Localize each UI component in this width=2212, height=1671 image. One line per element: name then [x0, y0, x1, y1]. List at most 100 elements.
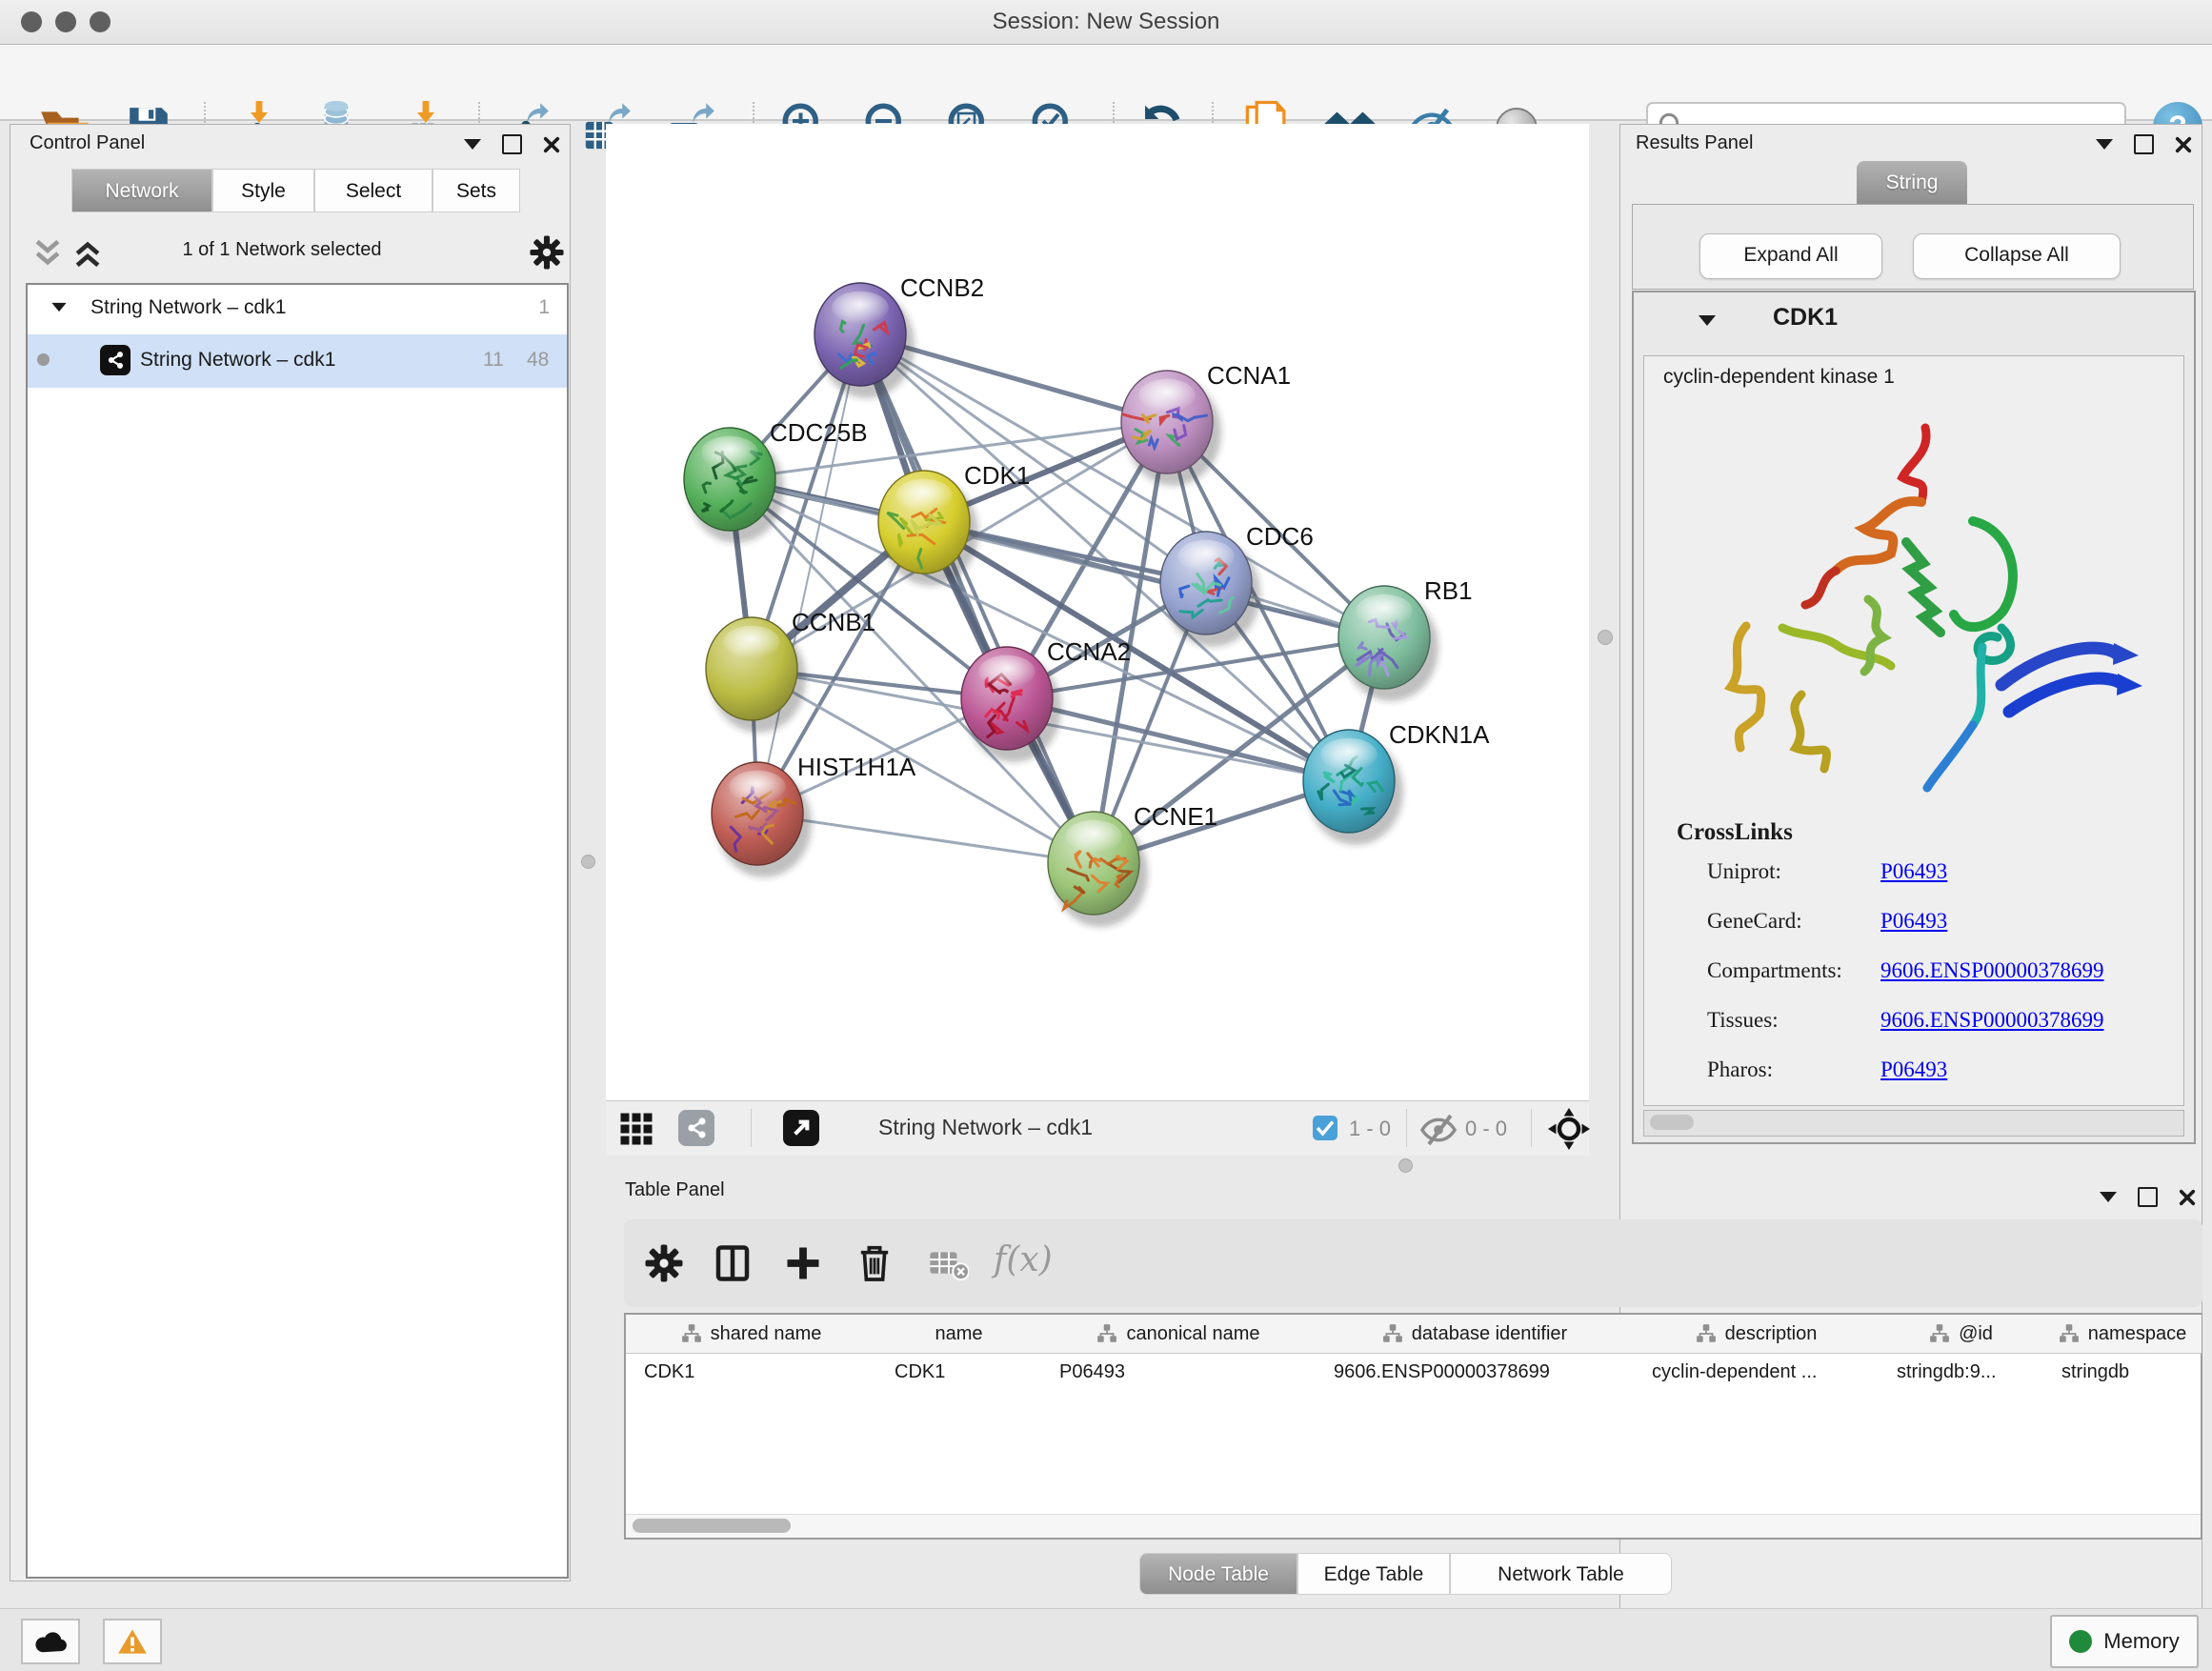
memory-label: Memory: [2103, 1629, 2179, 1654]
crosslink-label: GeneCard:: [1707, 909, 1802, 934]
crosslink-label: Uniprot:: [1707, 859, 1781, 884]
table-cell[interactable]: 9606.ENSP00000378699: [1316, 1353, 1634, 1391]
detach-view-icon[interactable]: [783, 1110, 819, 1146]
collapse-panel-icon[interactable]: [2100, 1192, 2117, 1202]
float-panel-icon[interactable]: [2138, 1187, 2158, 1207]
close-window-button[interactable]: [21, 11, 42, 32]
float-panel-icon[interactable]: [2134, 134, 2154, 154]
collapse-all-networks-icon[interactable]: [31, 237, 64, 270]
node-table: shared name name canonical name database…: [624, 1313, 2202, 1540]
collapse-panel-icon[interactable]: [2096, 139, 2113, 150]
table-panel-title: Table Panel: [625, 1179, 725, 1201]
column-header-namespace[interactable]: namespace: [2043, 1315, 2202, 1354]
table-cell[interactable]: cyclin-dependent ...: [1634, 1353, 1879, 1391]
collection-expand-icon[interactable]: [51, 303, 66, 312]
network-row-label: String Network – cdk1: [140, 349, 335, 372]
show-columns-icon[interactable]: [715, 1244, 750, 1282]
tab-network-table[interactable]: Network Table: [1450, 1553, 1672, 1595]
column-header-id[interactable]: @id: [1879, 1315, 2044, 1354]
column-header-shared-name[interactable]: shared name: [626, 1315, 877, 1354]
crosslink-uniprot-link[interactable]: P06493: [1880, 859, 1947, 884]
column-header-description[interactable]: description: [1634, 1315, 1880, 1354]
svg-text:CDKN1A: CDKN1A: [1389, 720, 1490, 749]
crosslink-compartments-link[interactable]: 9606.ENSP00000378699: [1880, 958, 2104, 983]
column-header-name[interactable]: name: [876, 1315, 1042, 1354]
left-splitter-handle[interactable]: [581, 855, 595, 869]
crosslinks-title: CrossLinks: [1677, 819, 1793, 846]
crosslink-label: Tissues:: [1707, 1008, 1779, 1033]
tab-sets[interactable]: Sets: [432, 169, 520, 212]
close-panel-icon[interactable]: [2179, 1189, 2196, 1206]
network-collection-row[interactable]: String Network – cdk1 1: [28, 285, 567, 334]
network-row-selected[interactable]: String Network – cdk1 11 48: [28, 334, 567, 388]
expand-all-button[interactable]: Expand All: [1699, 233, 1882, 279]
network-icon: [100, 345, 131, 375]
svg-text:CCNA1: CCNA1: [1207, 361, 1291, 390]
close-panel-icon[interactable]: [2175, 136, 2192, 153]
table-toolbar: f(x): [624, 1219, 2202, 1307]
hidden-count: 0 - 0: [1465, 1117, 1507, 1141]
add-column-icon[interactable]: [786, 1246, 820, 1280]
network-options-gear-icon[interactable]: [530, 235, 564, 270]
right-splitter-handle[interactable]: [1598, 630, 1613, 645]
delete-table-icon-disabled: [929, 1248, 969, 1280]
selected-count: 1 - 0: [1349, 1117, 1391, 1141]
tab-node-table[interactable]: Node Table: [1139, 1553, 1297, 1595]
svg-text:CCNB2: CCNB2: [900, 273, 984, 302]
protein-structure-image: [1687, 409, 2144, 809]
tab-style[interactable]: Style: [212, 169, 314, 212]
table-cell[interactable]: stringdb:9...: [1879, 1353, 2043, 1391]
table-cell[interactable]: stringdb: [2043, 1353, 2202, 1391]
cloud-status-button[interactable]: [21, 1619, 80, 1664]
results-scrollbar[interactable]: [1643, 1110, 2184, 1137]
application-window: Session: New Session: [0, 0, 2212, 1671]
center-view-crosshair-icon[interactable]: [1548, 1108, 1590, 1150]
svg-text:HIST1H1A: HIST1H1A: [797, 753, 916, 781]
table-cell[interactable]: CDK1: [626, 1353, 876, 1391]
network-share-icon[interactable]: [678, 1110, 714, 1146]
tab-edge-table[interactable]: Edge Table: [1297, 1553, 1450, 1595]
table-cell[interactable]: P06493: [1041, 1353, 1316, 1391]
birds-eye-view-icon[interactable]: [619, 1112, 654, 1146]
hidden-eye-slash-icon[interactable]: [1419, 1113, 1458, 1147]
collapse-panel-icon[interactable]: [464, 139, 481, 150]
entry-description: cyclin-dependent kinase 1: [1663, 366, 1895, 389]
selected-nodes-checkbox[interactable]: [1313, 1116, 1337, 1140]
title-bar: Session: New Session: [0, 0, 2212, 45]
svg-text:CDC25B: CDC25B: [770, 418, 868, 447]
crosslink-genecard-link[interactable]: P06493: [1880, 909, 1947, 934]
collapse-all-button[interactable]: Collapse All: [1913, 233, 2121, 279]
entry-content: cyclin-dependent kinase 1: [1643, 355, 2184, 1106]
column-header-canonical-name[interactable]: canonical name: [1041, 1315, 1317, 1354]
svg-text:RB1: RB1: [1424, 576, 1473, 605]
entry-expand-icon[interactable]: [1699, 315, 1716, 326]
network-graph[interactable]: CCNB2CCNA1CDC25BCDK1CDC6RB1CCNB1CCNA2CDK…: [606, 124, 1589, 1100]
network-node-count: 11: [483, 349, 504, 372]
close-panel-icon[interactable]: [543, 136, 560, 153]
table-horizontal-scrollbar[interactable]: [626, 1514, 2201, 1538]
float-panel-icon[interactable]: [502, 134, 522, 154]
crosslink-label: Pharos:: [1707, 1057, 1773, 1082]
svg-text:CCNA2: CCNA2: [1047, 637, 1131, 666]
crosslink-pharos-link[interactable]: P06493: [1880, 1057, 1947, 1082]
minimize-window-button[interactable]: [55, 11, 76, 32]
table-cell[interactable]: CDK1: [876, 1353, 1041, 1391]
tab-select[interactable]: Select: [314, 169, 432, 212]
network-canvas[interactable]: CCNB2CCNA1CDC25BCDK1CDC6RB1CCNB1CCNA2CDK…: [606, 124, 1589, 1100]
tab-network[interactable]: Network: [71, 169, 212, 212]
entry-name: CDK1: [1773, 304, 1838, 332]
crosslink-tissues-link[interactable]: 9606.ENSP00000378699: [1880, 1008, 2104, 1033]
results-entry-box: CDK1 cyclin-dependent kinase 1: [1632, 291, 2196, 1144]
network-view-title: String Network – cdk1: [878, 1115, 1093, 1140]
memory-button[interactable]: Memory: [2050, 1615, 2199, 1668]
warnings-button[interactable]: [103, 1619, 162, 1664]
table-options-gear-icon[interactable]: [645, 1244, 683, 1282]
delete-column-icon[interactable]: [858, 1244, 891, 1282]
zoom-window-button[interactable]: [90, 11, 111, 32]
expand-all-networks-icon[interactable]: [71, 237, 104, 270]
results-scroll-thumb[interactable]: [1650, 1115, 1694, 1130]
table-scroll-thumb[interactable]: [633, 1519, 791, 1533]
tab-string[interactable]: String: [1857, 161, 1967, 205]
horizontal-splitter-handle[interactable]: [1398, 1158, 1413, 1173]
column-header-database-identifier[interactable]: database identifier: [1316, 1315, 1635, 1354]
